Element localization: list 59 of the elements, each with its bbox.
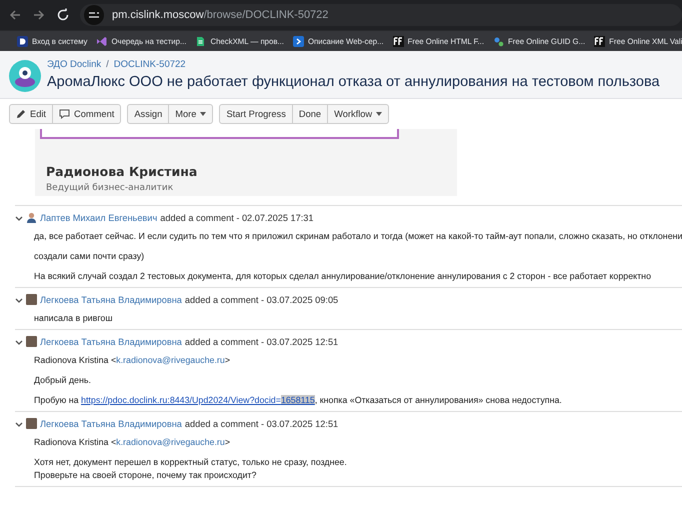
comment-text: Пробую на https://pdoc.doclink.ru:8443/Upd2024/View?docid=1658115, кнопка «Отказаться от аннулирования» снова недоступна. — [34, 394, 563, 407]
url-path: /browse/DOCLINK-50722 — [204, 9, 328, 21]
author-link[interactable]: Легкоева Татьяна Владимировна — [40, 294, 182, 304]
pencil-icon — [16, 109, 26, 119]
breadcrumb-separator: / — [106, 59, 109, 70]
collapse-chevron-icon[interactable] — [15, 214, 23, 222]
address-bar[interactable]: pm.cislink.moscow/browse/DOCLINK-50722 — [80, 4, 682, 26]
avatar-photo-placeholder — [26, 294, 37, 305]
comment-text: Radionova Kristina <k.radionova@rivegauche.ru> — [34, 354, 232, 367]
comment-meta: added a comment - 03.07.2025 09:05 — [184, 294, 338, 304]
url-link[interactable]: 1658115 — [280, 395, 315, 405]
speech-bubble-icon — [59, 109, 70, 119]
comment-meta: added a comment - 03.07.2025 12:51 — [184, 418, 338, 428]
avatar-photo-placeholder — [26, 336, 37, 347]
signature-role: Ведущий бизнес-аналитик — [46, 183, 174, 193]
comment-text: создали сами почти сразу) — [34, 250, 146, 263]
chevron-logo-icon — [292, 36, 304, 46]
collapse-chevron-icon[interactable] — [15, 296, 23, 304]
caret-icon — [376, 112, 382, 116]
forward-icon[interactable] — [32, 8, 46, 22]
issue-title: АромаЛюкс ООО не работает функционал отказа от аннулирования на тестовом пользова — [47, 73, 660, 92]
comment-text: Хотя нет, документ перешел в корректный статус, только не сразу, позднее. Проверьте на своей стороне, почему так происходит? — [34, 456, 348, 482]
dropdown-button[interactable]: Workflow — [327, 104, 390, 124]
author-link[interactable]: Легкоева Татьяна Владимировна — [40, 418, 182, 428]
avatar-photo-placeholder — [26, 418, 37, 429]
signature-name: Радионова Кристина — [46, 164, 198, 179]
ff-logo-icon — [392, 36, 404, 46]
comment-meta: added a comment - 03.07.2025 12:51 — [184, 336, 338, 346]
url-host: pm.cislink.moscow — [112, 9, 204, 21]
dropdown-button[interactable]: More — [168, 104, 214, 124]
edit-button[interactable]: Edit — [9, 104, 54, 124]
comment-text: Добрый день. — [34, 374, 92, 387]
breadcrumb-link[interactable]: DOCLINK-50722 — [114, 59, 186, 70]
robot-avatar-icon — [9, 60, 41, 92]
comment-text: На всякий случай создал 2 тестовых документа, для которых сделал аннулирование/отклонение аннулирования с 2 сторон - все работает корректно — [34, 270, 652, 283]
comment-text: да, все работает сейчас. И если судить по тем что я приложил скринам работало и тогда (может на какой-то тайм-аут попали, сложно сказать, но отклонени — [34, 230, 682, 243]
reload-icon[interactable] — [56, 8, 70, 22]
collapse-chevron-icon[interactable] — [15, 338, 23, 346]
comment-button[interactable]: Comment — [52, 104, 122, 124]
caret-icon — [200, 112, 206, 116]
back-icon[interactable] — [8, 8, 22, 22]
author-link[interactable]: Легкоева Татьяна Владимировна — [40, 336, 182, 346]
plain-button[interactable]: Assign — [127, 104, 170, 124]
letter-d-icon — [17, 36, 28, 46]
document-icon — [195, 36, 206, 46]
email-link[interactable]: k.radionova@rivegauche.ru — [116, 437, 225, 447]
comment-text: Radionova Kristina <k.radionova@rivegauche.ru> — [34, 436, 232, 449]
url-link[interactable]: https://pdoc.doclink.ru:8443/Upd2024/View?docid= — [81, 395, 281, 405]
author-link[interactable]: Лаптев Михаил Евгеньевич — [40, 212, 158, 222]
plain-button[interactable]: Done — [292, 104, 328, 124]
collapse-chevron-icon[interactable] — [15, 420, 23, 428]
comment-text: написала в ривгош — [34, 312, 114, 325]
comment-meta: added a comment - 02.07.2025 17:31 — [160, 212, 314, 222]
avatar-icon — [26, 212, 37, 223]
site-settings-icon[interactable] — [84, 5, 104, 25]
plain-button[interactable]: Start Progress — [219, 104, 293, 124]
ff-logo-icon — [594, 36, 606, 46]
email-link[interactable]: k.radionova@rivegauche.ru — [116, 355, 225, 365]
breadcrumb-link[interactable]: ЭДО Doclink — [47, 59, 102, 70]
